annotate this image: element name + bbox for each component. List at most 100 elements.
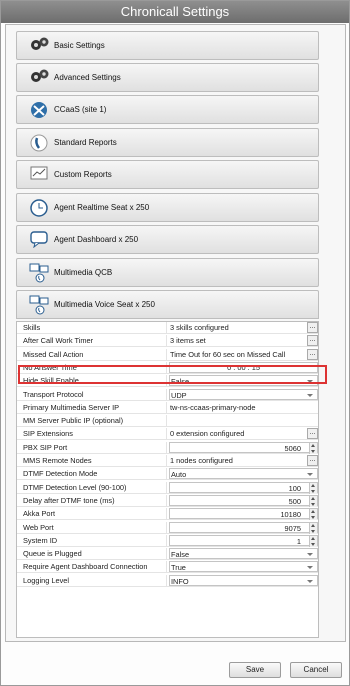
category-label: Multimedia Voice Seat x 250 [54,300,155,309]
setting-label: Delay after DTMF tone (ms) [17,494,167,507]
setting-label: Transport Protocol [17,388,167,401]
setting-value[interactable]: 3 items set... [169,335,318,347]
setting-row: Primary Multimedia Server IP tw-ns-ccaas-… [17,401,318,414]
setting-row: After Call Work Timer 3 items set... [17,335,318,348]
setting-value-text: False [171,550,190,560]
setting-row: MM Server Public IP (optional) [17,415,318,428]
category-agent-realtime-seat-x-250[interactable]: Agent Realtime Seat x 250 [16,193,319,222]
spinner-arrows-icon[interactable] [309,522,317,534]
setting-value[interactable]: INFO [169,574,318,587]
category-ccaas-site-1[interactable]: CCaaS (site 1) [16,95,319,124]
settings-window: Chronicall Settings Basic Settings Advanc… [0,0,350,686]
setting-row: Queue is Plugged False [17,548,318,561]
category-label: Advanced Settings [54,73,121,82]
gears-icon [29,68,49,88]
spinner-arrows-icon[interactable] [309,509,317,521]
setting-label: Skills [17,322,167,334]
setting-value[interactable]: Auto [169,468,318,480]
category-advanced-settings[interactable]: Advanced Settings [16,63,319,92]
chart-icon [29,165,49,185]
setting-value[interactable]: 3 skills configured... [169,322,318,334]
setting-value[interactable]: 100 [169,481,318,494]
setting-value[interactable]: False [169,375,318,387]
ellipsis-button[interactable]: ... [307,455,318,466]
setting-value[interactable]: True [169,561,318,573]
setting-value-text: 100 [288,483,301,493]
setting-value[interactable] [169,415,318,427]
multimedia-icon [29,263,49,283]
setting-row: PBX SIP Port 5060 [17,441,318,454]
setting-label: PBX SIP Port [17,441,167,454]
setting-row: SIP Extensions 0 extension configured... [17,428,318,441]
ellipsis-button[interactable]: ... [307,335,318,347]
setting-value[interactable]: 10180 [169,508,318,521]
clock-icon [29,198,49,218]
setting-row: System ID 1 [17,534,318,547]
chevron-down-icon[interactable] [307,473,313,477]
setting-value[interactable]: 9075 [169,521,318,534]
setting-value[interactable]: tw-ns-ccaas-primary-node [169,401,318,414]
spinner-arrows-icon[interactable] [309,482,317,494]
setting-row: Hide Skill Enable False [17,375,318,388]
cancel-button[interactable]: Cancel [290,662,342,678]
setting-row: DTMF Detection Mode Auto [17,468,318,481]
setting-value[interactable]: UDP [169,388,318,401]
spinner-arrows-icon[interactable] [309,495,317,507]
ellipsis-button[interactable]: ... [307,428,318,440]
ccaas-icon [29,100,49,120]
category-standard-reports[interactable]: Standard Reports [16,128,319,157]
setting-row: Skills 3 skills configured... [17,322,318,334]
chevron-down-icon[interactable] [307,393,313,397]
chevron-down-icon[interactable] [307,553,313,557]
setting-row: Web Port 9075 [17,521,318,534]
chevron-down-icon[interactable] [307,579,313,583]
setting-value[interactable]: 1 nodes configured... [169,455,318,467]
chevron-down-icon[interactable] [307,566,313,570]
category-multimedia-qcb[interactable]: Multimedia QCB [16,258,319,287]
setting-row: DTMF Detection Level (90-100) 100 [17,481,318,494]
window-title: Chronicall Settings [1,1,349,23]
setting-row: Delay after DTMF tone (ms) 500 [17,494,318,507]
save-button[interactable]: Save [229,662,281,678]
spinner-arrows-icon[interactable] [309,535,317,547]
ellipsis-button[interactable]: ... [307,348,318,360]
setting-value[interactable]: False [169,548,318,560]
setting-value-text: 3 items set [170,336,206,346]
setting-value-text: Auto [171,470,187,480]
setting-value-text: INFO [171,576,189,586]
setting-value[interactable]: 5060 [169,441,318,454]
setting-row: Transport Protocol UDP [17,388,318,401]
category-agent-dashboard-x-250[interactable]: Agent Dashboard x 250 [16,225,319,254]
spinner-arrows-icon[interactable] [309,442,317,454]
setting-value[interactable]: 0 extension configured... [169,428,318,440]
setting-label: Require Agent Dashboard Connection [17,561,167,574]
chat-icon [29,230,49,250]
setting-value[interactable]: Time Out for 60 sec on Missed Call... [169,348,318,361]
ellipsis-button[interactable]: ... [307,322,318,333]
setting-value-text: 500 [288,496,301,506]
category-label: Standard Reports [54,138,117,147]
setting-value-text: UDP [171,390,187,400]
setting-row: Akka Port 10180 [17,508,318,521]
setting-value-text: False [171,377,190,387]
setting-label: After Call Work Timer [17,335,167,348]
setting-value-text: Time Out for 60 sec on Missed Call [170,349,286,359]
no-answer-time-field[interactable]: 0 : 00 : 15 [169,361,318,373]
setting-label: Web Port [17,521,167,534]
category-multimedia-voice-seat-x-250[interactable]: Multimedia Voice Seat x 250 [16,290,319,319]
setting-value-text: 1 [296,536,301,546]
category-label: CCaaS (site 1) [54,105,107,114]
setting-label: MMS Remote Nodes [17,455,167,467]
chevron-down-icon[interactable] [307,380,313,384]
setting-label: Missed Call Action [17,348,167,361]
category-basic-settings[interactable]: Basic Settings [16,31,319,60]
setting-label: Hide Skill Enable [17,375,167,388]
setting-label: Queue is Plugged [17,548,167,561]
setting-label: MM Server Public IP (optional) [17,415,167,428]
setting-value[interactable]: 500 [169,494,318,507]
setting-label: No Answer Time [17,361,167,374]
setting-row: Missed Call Action Time Out for 60 sec on… [17,348,318,361]
setting-value-text: 5060 [284,443,301,453]
category-custom-reports[interactable]: Custom Reports [16,160,319,189]
setting-value[interactable]: 1 [169,534,318,547]
